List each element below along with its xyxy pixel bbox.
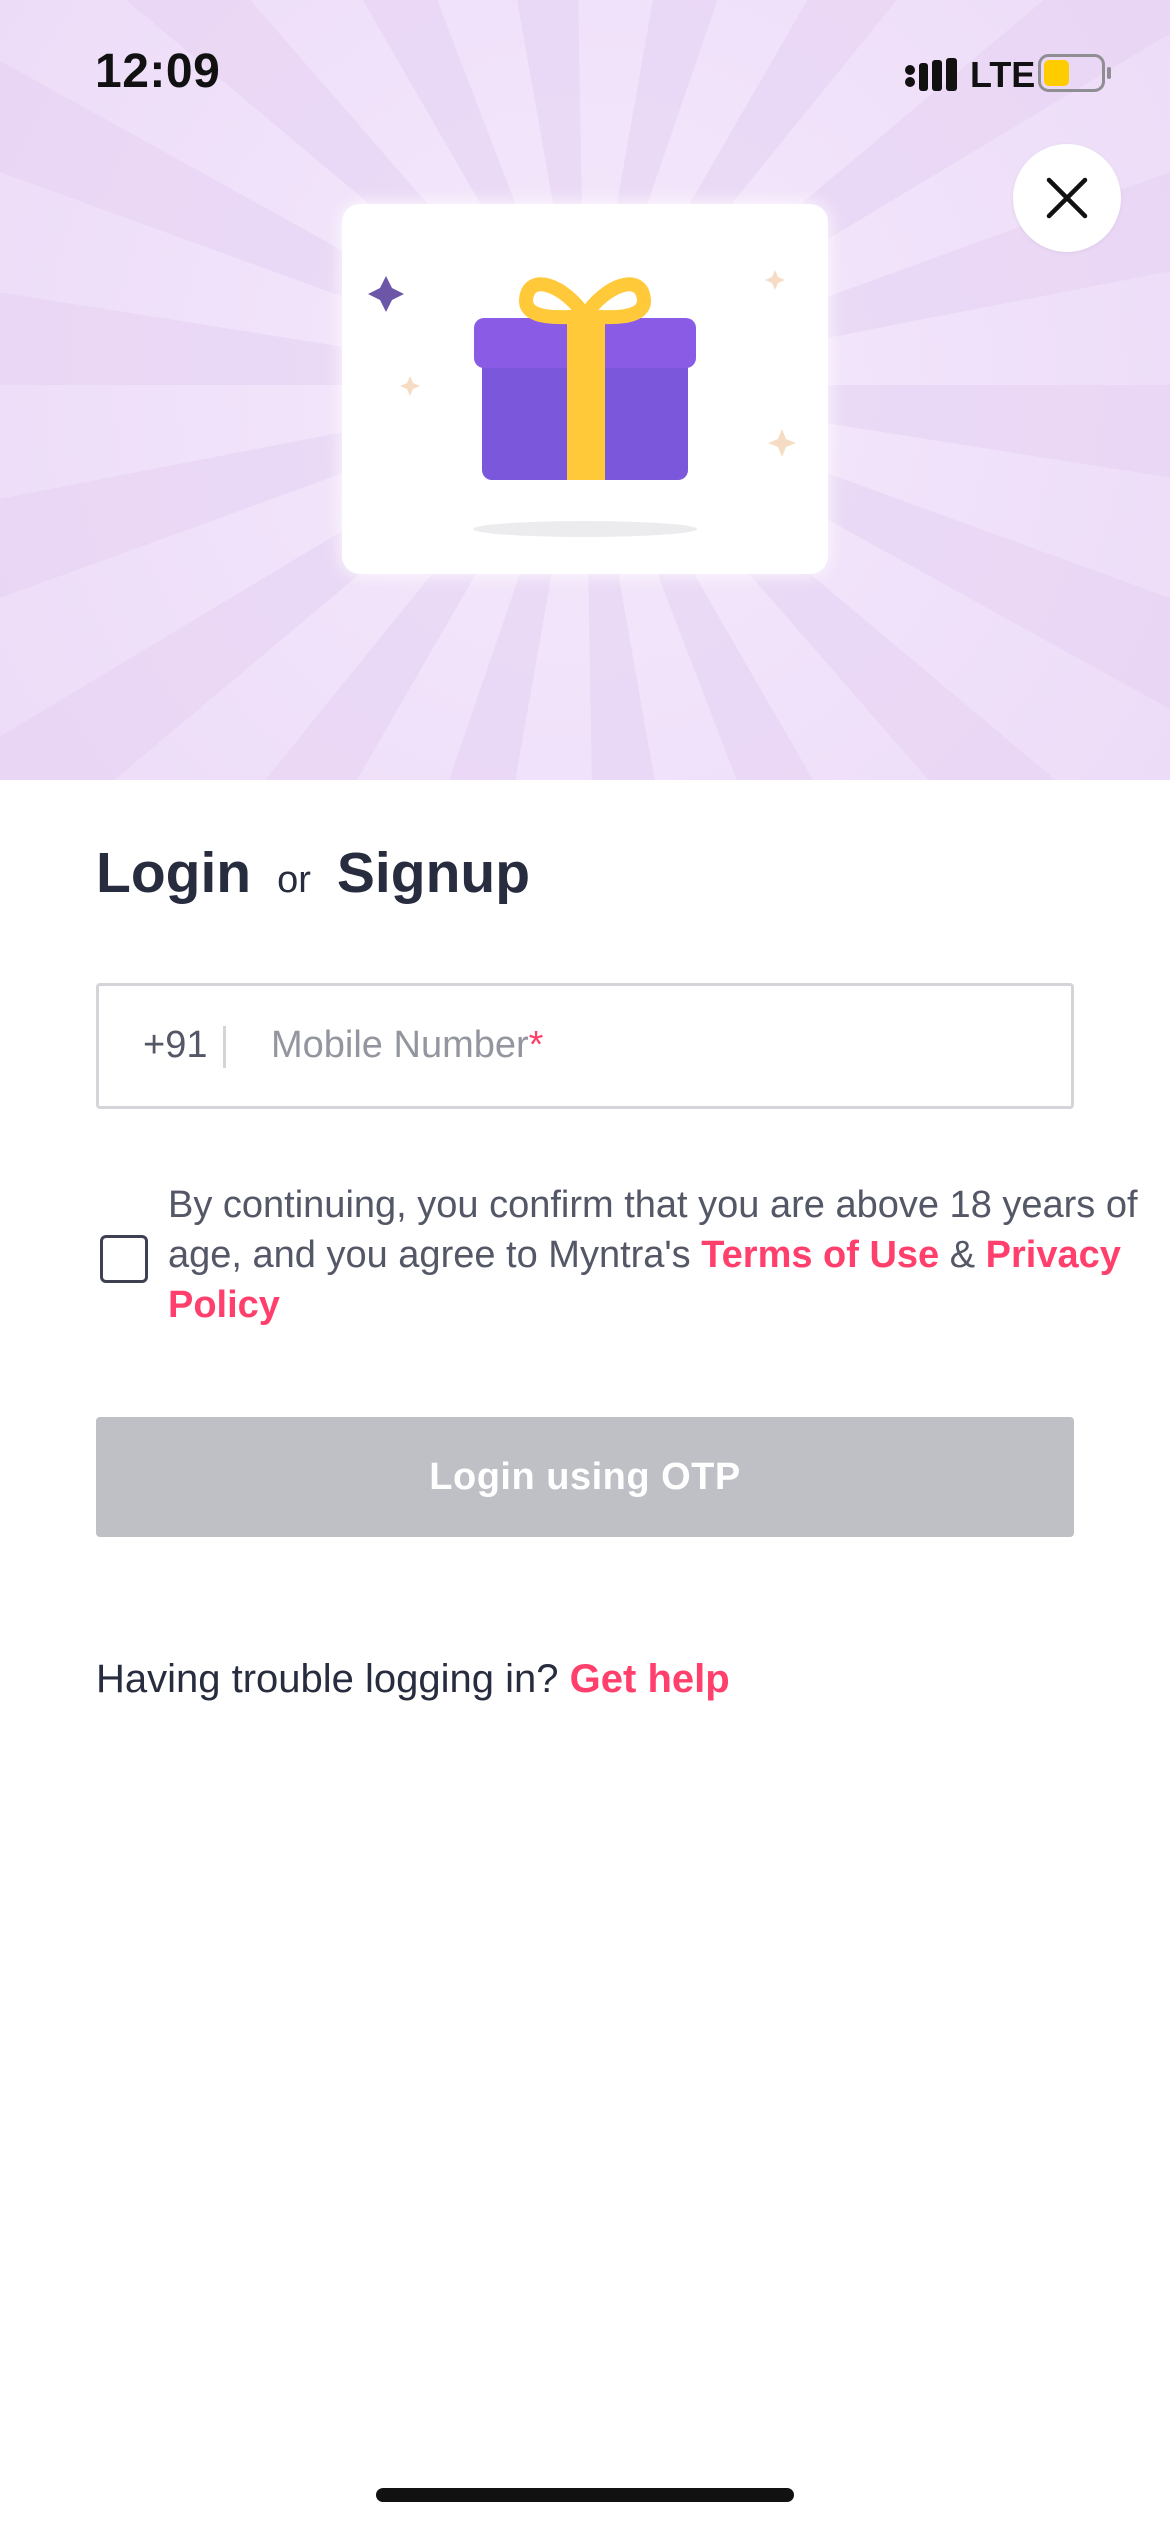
consent-checkbox[interactable] <box>100 1235 148 1283</box>
home-indicator[interactable] <box>376 2488 794 2502</box>
gift-illustration-card <box>342 204 828 574</box>
prefix-divider <box>223 1026 226 1068</box>
page-title: Login or Signup <box>96 840 530 910</box>
help-row: Having trouble logging in? Get help <box>96 1657 730 1702</box>
get-help-link[interactable]: Get help <box>570 1657 730 1701</box>
consent-joiner: & <box>939 1234 986 1276</box>
title-or: or <box>277 859 311 901</box>
close-icon <box>1046 177 1088 219</box>
mobile-number-field[interactable]: +91 Mobile Number* <box>96 983 1074 1109</box>
help-prompt: Having trouble logging in? <box>96 1657 559 1701</box>
mobile-number-input[interactable] <box>267 1006 1047 1086</box>
title-login: Login <box>96 841 252 905</box>
network-type: LTE <box>970 54 1036 95</box>
signal-strength-icon <box>905 58 957 91</box>
consent-section: By continuing, you confirm that you are … <box>96 1180 1138 1330</box>
title-signup: Signup <box>336 841 531 905</box>
country-code: +91 <box>143 1024 208 1066</box>
status-bar: 12:09 LTE <box>0 0 1170 150</box>
consent-text: By continuing, you confirm that you are … <box>168 1180 1148 1330</box>
terms-of-use-link[interactable]: Terms of Use <box>701 1234 939 1276</box>
battery-icon <box>1038 54 1111 92</box>
status-time: 12:09 <box>95 45 221 98</box>
gift-box-icon <box>368 270 796 537</box>
login-otp-button[interactable]: Login using OTP <box>96 1417 1074 1537</box>
close-button[interactable] <box>1013 144 1121 252</box>
